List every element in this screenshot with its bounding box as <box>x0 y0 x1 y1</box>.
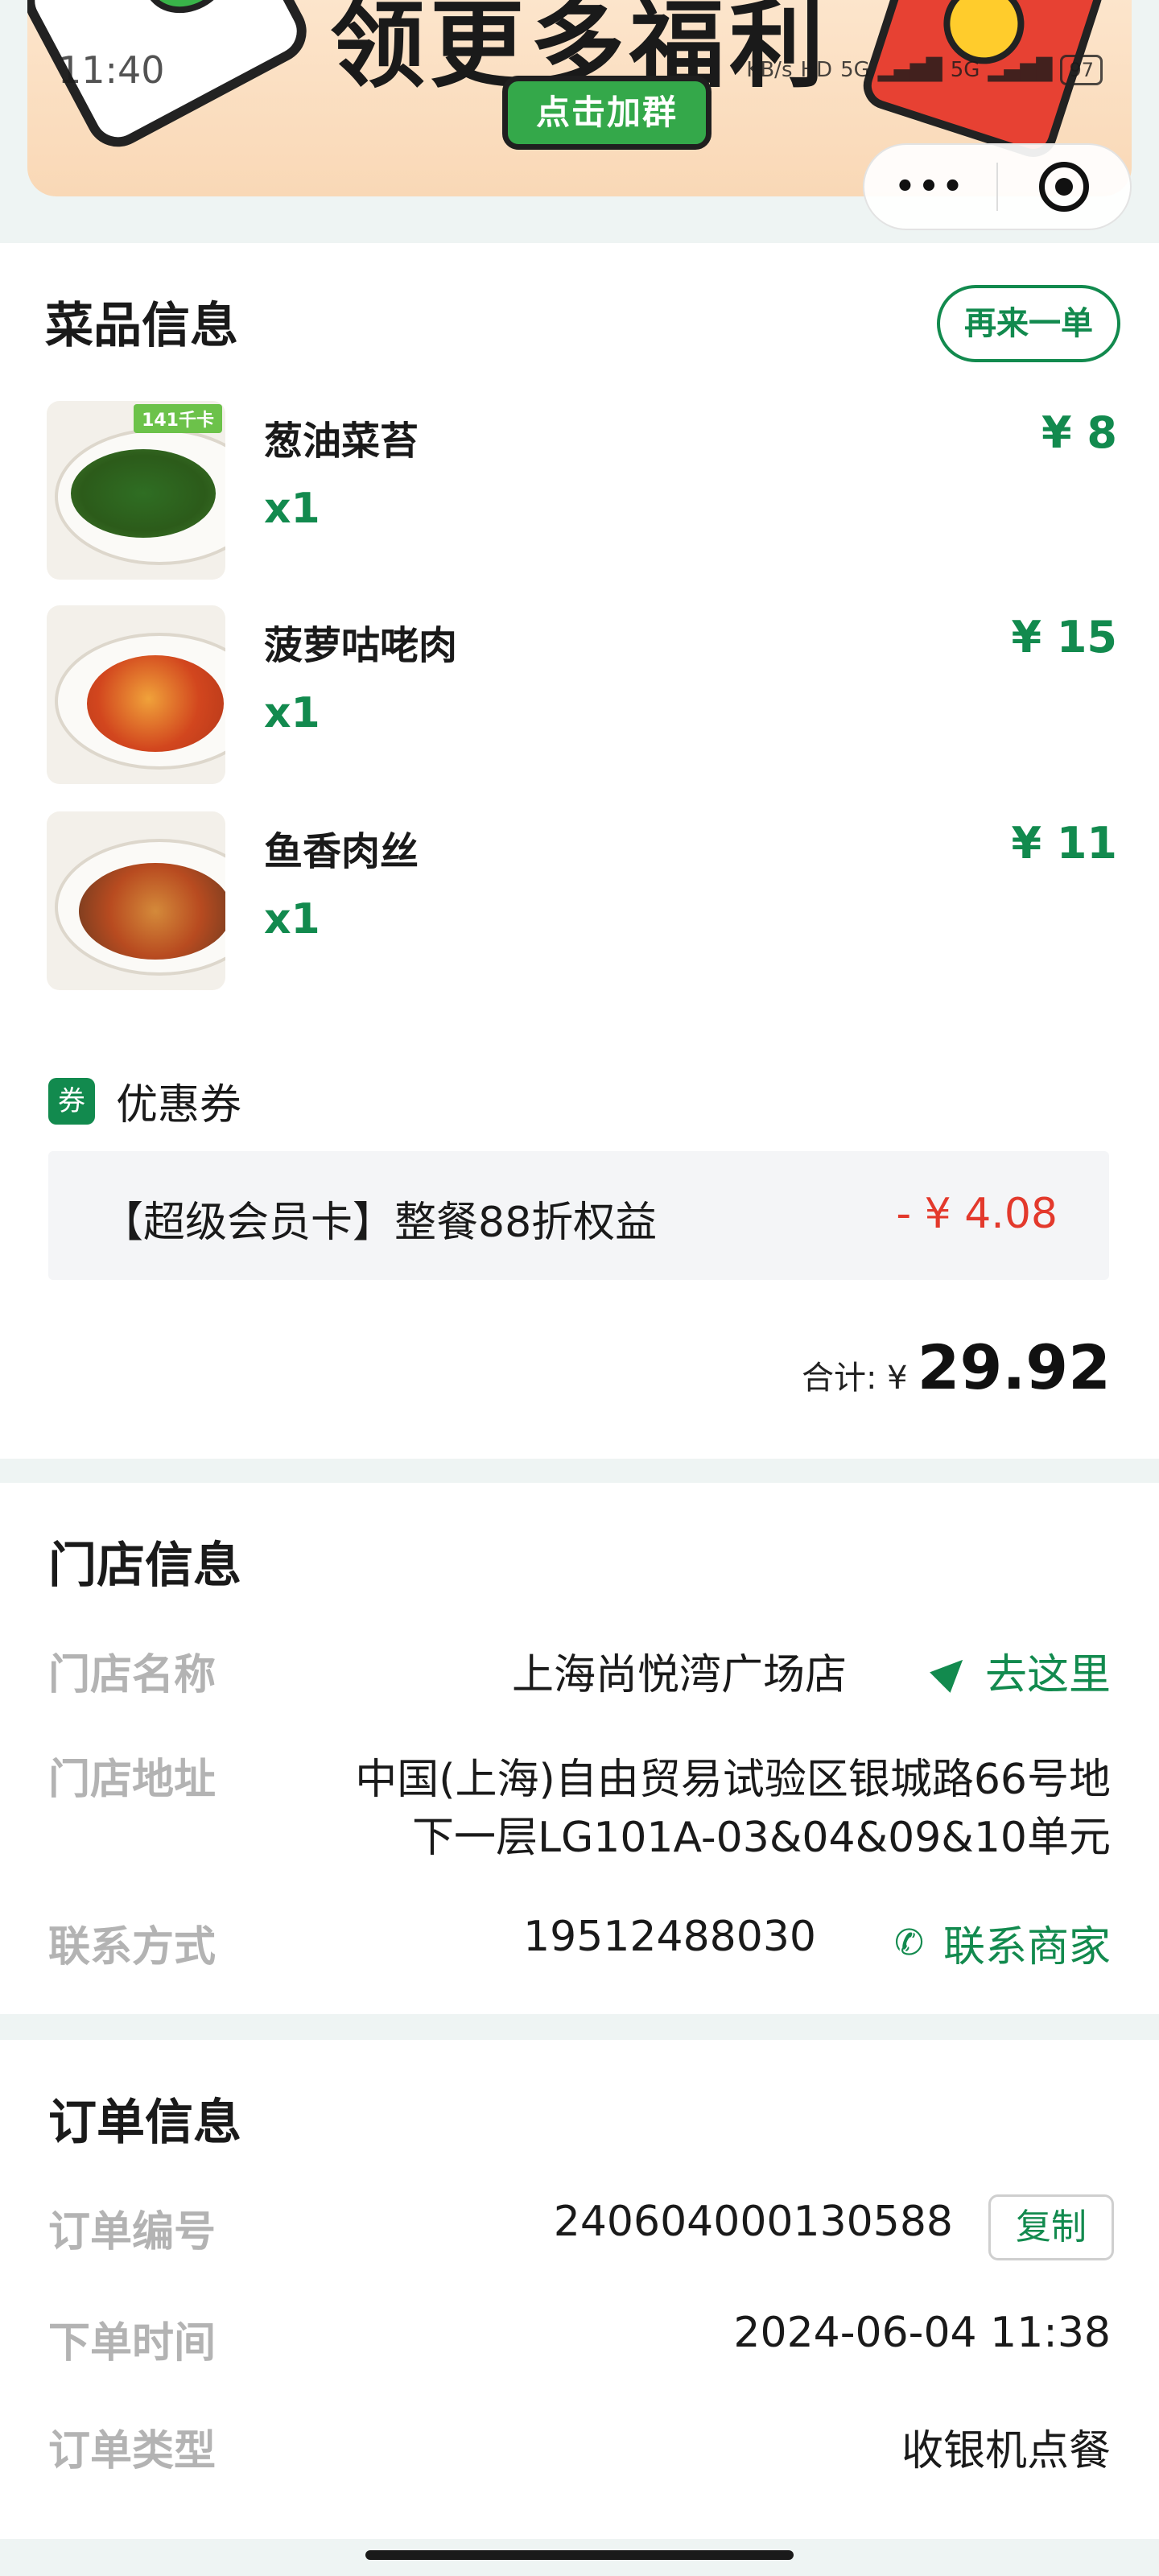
dish-price: ¥ 11 <box>1011 818 1117 869</box>
store-phone-value: 19512488030 <box>523 1913 816 1961</box>
store-address-line2: 下一层LG101A-03&04&09&10单元 <box>411 1814 1111 1862</box>
order-number-key: 订单编号 <box>48 2208 217 2256</box>
status-icons: KB/s HD 5G ▂▄▆█ 5G ▂▄▆█ 97 <box>746 55 1103 85</box>
dish-qty: x1 <box>264 689 320 737</box>
order-type-key: 订单类型 <box>48 2427 217 2475</box>
order-section-title: 订单信息 <box>48 2095 241 2151</box>
dish-qty: x1 <box>264 485 320 533</box>
dish-price: ¥ 15 <box>1011 612 1117 663</box>
copy-button[interactable]: 复制 <box>988 2194 1114 2260</box>
battery-icon: 97 <box>1060 55 1103 85</box>
dishes-section-title: 菜品信息 <box>45 298 238 354</box>
network-speed: KB/s <box>746 58 793 82</box>
miniprogram-capsule: ••• <box>863 143 1132 230</box>
more-options-icon[interactable]: ••• <box>864 168 996 205</box>
phone-icon: ✆ <box>894 1922 924 1963</box>
signal-5g-icon: 5G <box>840 58 870 82</box>
coupon-description: 【超级会员卡】整餐88折权益 <box>101 1199 658 1247</box>
store-section-title: 门店信息 <box>48 1538 241 1594</box>
status-time: 11:40 <box>58 48 165 92</box>
coupon-header: 券 优惠券 <box>48 1071 241 1131</box>
navigate-link[interactable]: 去这里 <box>930 1641 1111 1701</box>
signal-bars-icon-2: ▂▄▆█ <box>988 58 1053 82</box>
reorder-button[interactable]: 再来一单 <box>937 285 1120 362</box>
coupon-icon: 券 <box>48 1077 95 1125</box>
contact-merchant-label: 联系商家 <box>942 1923 1111 1971</box>
store-address-line1: 中国(上海)自由贸易试验区银城路66号地 <box>355 1756 1111 1804</box>
coupon-discount: - ¥ 4.08 <box>896 1190 1058 1238</box>
order-time-key: 下单时间 <box>48 2319 217 2368</box>
store-name-key: 门店名称 <box>48 1651 217 1699</box>
order-number-value: 240604000130588 <box>553 2198 953 2246</box>
close-miniprogram-icon[interactable] <box>998 162 1130 212</box>
store-address-key: 门店地址 <box>48 1756 217 1804</box>
coupon-row: 【超级会员卡】整餐88折权益 - ¥ 4.08 <box>48 1151 1109 1280</box>
coupon-label: 优惠券 <box>116 1081 242 1129</box>
total-value: 29.92 <box>917 1331 1111 1403</box>
promo-banner-area: 领更多福利 点击加群 11:40 KB/s HD 5G ▂▄▆█ 5G ▂▄▆█… <box>0 0 1159 242</box>
navigate-label: 去这里 <box>984 1651 1111 1699</box>
order-time-value: 2024-06-04 11:38 <box>733 2309 1111 2357</box>
dish-item: 菠萝咕咾肉 x1 ¥ 15 <box>0 605 1159 791</box>
dish-qty: x1 <box>264 895 320 943</box>
order-total: 合计: ¥ 29.92 <box>802 1331 1111 1403</box>
signal-bars-icon: ▂▄▆█ <box>877 58 942 82</box>
calorie-badge: 141千卡 <box>134 404 222 433</box>
hd-icon: HD <box>800 58 833 82</box>
dish-price: ¥ 8 <box>1041 407 1117 458</box>
order-type-value: 收银机点餐 <box>901 2427 1111 2475</box>
dishes-card: 菜品信息 再来一单 141千卡 葱油菜苔 x1 ¥ 8 菠萝咕咾肉 x1 ¥ 1… <box>0 243 1159 1459</box>
order-card: 订单信息 订单编号 240604000130588 复制 下单时间 2024-0… <box>0 2040 1159 2539</box>
dish-item: 鱼香肉丝 x1 ¥ 11 <box>0 811 1159 997</box>
total-label: 合计: ¥ <box>801 1360 908 1397</box>
signal-5g-icon-2: 5G <box>950 58 980 82</box>
dish-image: 141千卡 <box>47 401 225 580</box>
dish-item: 141千卡 葱油菜苔 x1 ¥ 8 <box>0 401 1159 586</box>
home-indicator[interactable] <box>365 2550 794 2560</box>
dish-name: 菠萝咕咾肉 <box>264 623 458 668</box>
dish-name: 葱油菜苔 <box>264 419 419 464</box>
store-card: 门店信息 门店名称 上海尚悦湾广场店 去这里 门店地址 中国(上海)自由贸易试验… <box>0 1483 1159 2014</box>
dish-name: 鱼香肉丝 <box>264 829 419 874</box>
dish-image <box>47 605 225 784</box>
store-contact-key: 联系方式 <box>48 1923 217 1971</box>
dish-image <box>47 811 225 990</box>
status-bar: 11:40 KB/s HD 5G ▂▄▆█ 5G ▂▄▆█ 97 <box>0 48 1159 97</box>
contact-merchant-link[interactable]: ✆ 联系商家 <box>894 1913 1111 1973</box>
store-name-value: 上海尚悦湾广场店 <box>511 1651 847 1699</box>
navigation-arrow-icon <box>930 1649 973 1693</box>
